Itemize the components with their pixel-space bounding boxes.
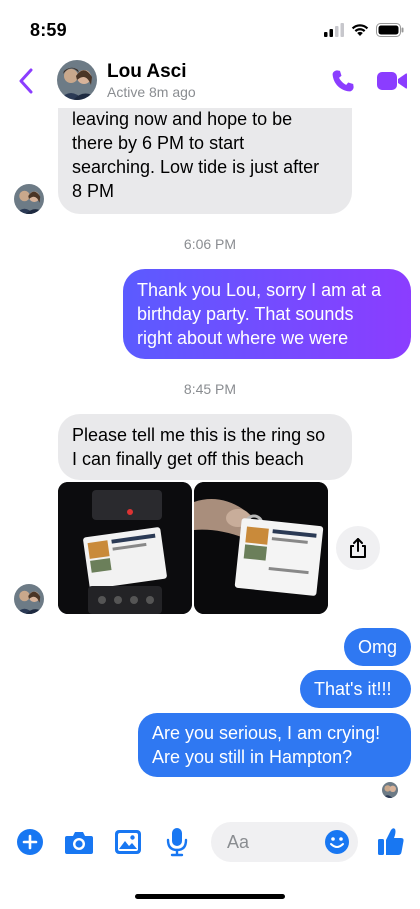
like-button[interactable] [377, 826, 405, 861]
battery-icon [376, 22, 404, 37]
photo-attachment[interactable] [58, 482, 192, 614]
message-composer: Aa [0, 818, 420, 868]
status-icons [324, 22, 404, 37]
gallery-button[interactable] [114, 829, 142, 860]
incoming-message[interactable]: leaving now and hope to be there by 6 PM… [58, 108, 352, 214]
voice-message-button[interactable] [166, 827, 188, 862]
message-line: searching. Low tide is just after [72, 157, 320, 177]
chevron-left-icon [19, 68, 33, 94]
message-line: Thank you Lou, sorry I am at a [137, 280, 382, 300]
message-line: birthday party. That sounds [137, 304, 354, 324]
incoming-message[interactable]: Please tell me this is the ring so I can… [58, 414, 352, 480]
photo-attachment[interactable] [194, 482, 328, 614]
back-button[interactable] [18, 66, 40, 96]
outgoing-message[interactable]: Thank you Lou, sorry I am at a birthday … [123, 269, 411, 359]
share-icon [350, 538, 366, 558]
phone-icon [332, 70, 354, 92]
camera-icon [65, 832, 93, 854]
video-camera-icon [377, 72, 407, 90]
microphone-icon [166, 828, 188, 857]
message-input[interactable]: Aa [211, 822, 358, 862]
message-text: Omg [358, 637, 398, 657]
home-indicator[interactable] [135, 894, 285, 899]
signal-icon [324, 22, 344, 37]
sender-avatar[interactable] [14, 184, 44, 214]
message-line: 8 PM [72, 181, 115, 201]
status-time: 8:59 [30, 20, 67, 40]
message-line: leaving now and hope to be [72, 109, 293, 129]
image-icon [115, 830, 141, 854]
timestamp: 8:45 PM [183, 381, 237, 397]
message-line: Are you still in Hampton? [152, 747, 353, 767]
thumbs-up-icon [378, 828, 404, 855]
message-line: Are you serious, I am crying! [152, 723, 381, 743]
outgoing-message[interactable]: That's it!!! [300, 670, 411, 708]
message-list[interactable]: leaving now and hope to be there by 6 PM… [0, 108, 420, 810]
message-input-placeholder: Aa [227, 832, 250, 852]
audio-call-button[interactable] [330, 68, 356, 94]
sender-avatar[interactable] [14, 584, 44, 614]
wifi-icon [351, 24, 369, 36]
message-line: right about where we were [137, 328, 349, 348]
more-actions-button[interactable] [16, 828, 44, 861]
contact-status: Active 8m ago [107, 84, 196, 100]
message-line: I can finally get off this beach [72, 449, 304, 469]
contact-avatar[interactable] [57, 60, 97, 100]
outgoing-message[interactable]: Omg [344, 628, 411, 666]
read-receipt-avatar [382, 782, 398, 798]
message-line: Please tell me this is the ring so [72, 425, 326, 445]
outgoing-message[interactable]: Are you serious, I am crying! Are you st… [138, 713, 411, 777]
video-call-button[interactable] [376, 68, 408, 94]
contact-name[interactable]: Lou Asci [107, 61, 187, 83]
share-button[interactable] [336, 526, 380, 570]
emoji-button[interactable] [324, 829, 350, 860]
message-line: there by 6 PM to start [72, 133, 245, 153]
plus-circle-icon [17, 829, 43, 855]
chat-header: Lou Asci Active 8m ago [0, 56, 420, 108]
status-bar: 8:59 [0, 0, 420, 56]
camera-button[interactable] [64, 830, 94, 861]
timestamp: 6:06 PM [183, 236, 237, 252]
message-text: That's it!!! [314, 679, 392, 699]
smiley-icon [325, 830, 349, 854]
